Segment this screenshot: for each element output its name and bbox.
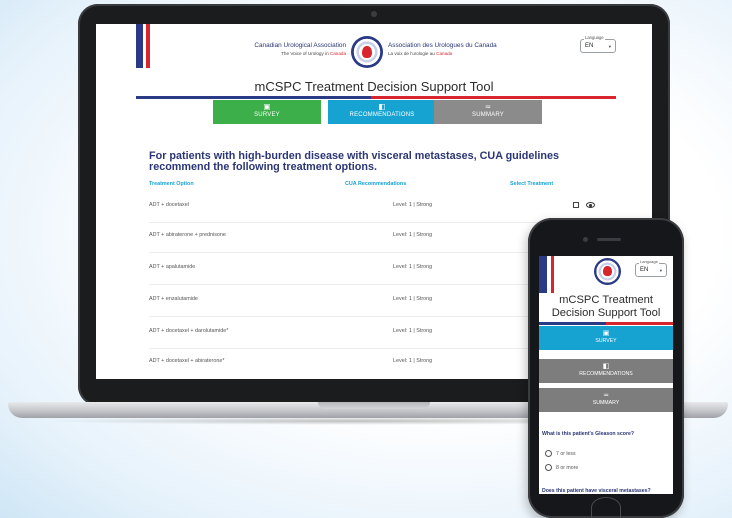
tab-recommendations[interactable]: ◧ RECOMMENDATIONS <box>328 100 436 124</box>
chevron-down-icon: ▾ <box>608 44 611 49</box>
flag-stripes <box>136 24 154 68</box>
page-title: mCSPC Treatment Decision Support Tool <box>551 294 661 319</box>
tab-recommendations-label: RECOMMENDATIONS <box>579 371 633 377</box>
radio-icon[interactable] <box>545 450 552 457</box>
survey-question-visceral: Does this patient have visceral metastas… <box>542 488 651 494</box>
column-header-option: Treatment Option <box>149 181 194 187</box>
column-header-select: Select Treatment <box>510 181 554 187</box>
column-header-recommendation: CUA Recommendations <box>345 181 407 187</box>
select-treatment-checkbox[interactable] <box>573 202 579 208</box>
tab-summary-label: SUMMARY <box>592 400 620 406</box>
tab-recommendations-label: RECOMMENDATIONS <box>349 112 415 118</box>
phone-speaker <box>597 238 621 241</box>
tab-survey[interactable]: ▣ SURVEY <box>539 326 673 350</box>
treatment-option: ADT + docetaxel <box>149 202 189 208</box>
survey-icon: ▣ <box>263 102 271 111</box>
laptop-camera <box>371 11 377 17</box>
association-tagline-fr: La voix de l'urologie au Canada <box>388 51 453 56</box>
association-english: Canadian Urological Association The Voic… <box>226 42 346 56</box>
radio-icon[interactable] <box>545 464 552 471</box>
language-label: Language <box>584 35 605 40</box>
recommendation-level: Level: 1 | Strong <box>393 358 433 364</box>
page-title: mCSPC Treatment Decision Support Tool <box>254 79 494 94</box>
language-label: Language <box>639 259 659 264</box>
survey-icon: ▣ <box>602 330 610 337</box>
eye-icon[interactable] <box>586 202 595 208</box>
radio-option-7-or-less[interactable]: 7 or less <box>545 450 576 457</box>
table-row: ADT + docetaxel Level: 1 | Strong <box>149 202 619 223</box>
survey-question-gleason: What is this patient's Gleason score? <box>542 431 635 437</box>
divider-red <box>371 96 616 99</box>
recommendation-level: Level: 1 | Strong <box>393 296 433 302</box>
phone-home-button[interactable] <box>591 497 621 518</box>
phone-screen: Language EN ▾ mCSPC Treatment Decision S… <box>539 256 673 494</box>
cua-logo[interactable] <box>351 36 383 68</box>
divider-blue <box>136 96 371 99</box>
flag-stripe-red <box>551 256 554 293</box>
treatment-option: ADT + apalutamide <box>149 264 196 270</box>
association-name-fr: Association des Urologues du Canada <box>388 42 497 49</box>
flag-stripe-blue <box>539 256 547 293</box>
radio-option-8-or-more[interactable]: 8 or more <box>545 464 578 471</box>
divider-red <box>606 322 673 325</box>
recommendation-headline: For patients with high-burden disease wi… <box>149 150 559 173</box>
chevron-down-icon: ▾ <box>659 268 662 273</box>
language-value: EN <box>585 43 594 49</box>
tab-summary[interactable]: ≂ SUMMARY <box>539 388 673 412</box>
summary-icon: ≂ <box>603 392 609 399</box>
cua-logo[interactable] <box>594 258 621 285</box>
tab-summary-label: SUMMARY <box>472 112 504 118</box>
language-select[interactable]: Language EN ▾ <box>580 35 616 53</box>
treatment-option: ADT + docetaxel + abiraterone* <box>149 358 225 364</box>
treatment-option: ADT + abiraterone + prednisone <box>149 232 226 238</box>
recommendation-level: Level: 1 | Strong <box>393 232 433 238</box>
divider-blue <box>539 322 606 325</box>
language-value: EN <box>640 267 649 273</box>
summary-icon: ≂ <box>484 102 492 111</box>
association-tagline-en: The Voice of Urology in Canada <box>281 51 346 56</box>
association-name-en: Canadian Urological Association <box>254 42 346 49</box>
treatment-option: ADT + docetaxel + darolutamide* <box>149 328 229 334</box>
recommendation-level: Level: 1 | Strong <box>393 202 433 208</box>
tab-survey-label: SURVEY <box>254 112 280 118</box>
association-french: Association des Urologues du Canada La v… <box>388 42 548 56</box>
phone-camera <box>583 237 588 242</box>
recommendations-icon: ◧ <box>602 363 610 370</box>
tab-survey[interactable]: ▣ SURVEY <box>213 100 321 124</box>
tab-summary[interactable]: ≂ SUMMARY <box>434 100 542 124</box>
recommendation-level: Level: 1 | Strong <box>393 264 433 270</box>
tab-recommendations[interactable]: ◧ RECOMMENDATIONS <box>539 359 673 383</box>
language-select[interactable]: Language EN ▾ <box>635 259 667 277</box>
recommendations-icon: ◧ <box>378 102 386 111</box>
laptop-notch <box>318 402 430 409</box>
treatment-option: ADT + enzalutamide <box>149 296 198 302</box>
recommendation-level: Level: 1 | Strong <box>393 328 433 334</box>
tab-survey-label: SURVEY <box>595 338 617 344</box>
